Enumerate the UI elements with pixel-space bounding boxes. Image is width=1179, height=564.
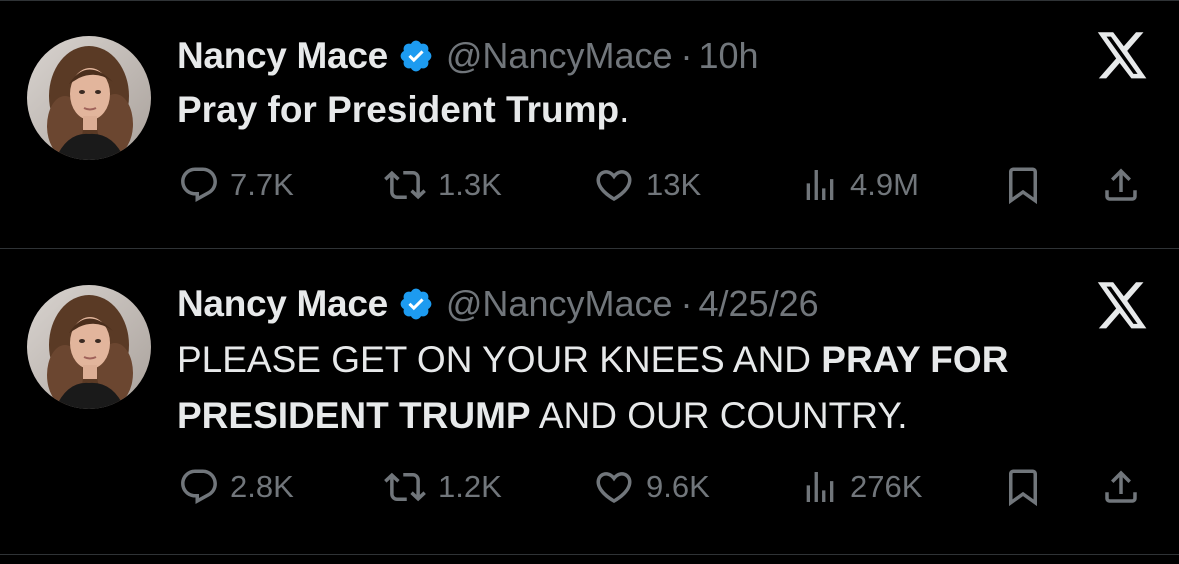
reply-icon: [181, 469, 217, 504]
repost-button[interactable]: 1.3K: [382, 160, 502, 210]
avatar-image: [27, 285, 151, 409]
views-count: 4.9M: [850, 167, 919, 202]
author-handle[interactable]: @NancyMace: [446, 283, 673, 325]
bookmark-icon: [1009, 167, 1037, 205]
views-icon: [806, 170, 834, 200]
bottom-divider: [0, 554, 1179, 555]
views-button[interactable]: 276K: [800, 462, 922, 512]
tweet-header: Nancy Mace @NancyMace · 10h: [177, 34, 759, 78]
verified-badge-icon: [398, 38, 434, 74]
tweet[interactable]: Nancy Mace @NancyMace · 10h Pray for Pre…: [0, 0, 1179, 248]
share-button[interactable]: [1100, 160, 1142, 210]
views-button[interactable]: 4.9M: [800, 160, 919, 210]
reply-button[interactable]: 2.8K: [178, 462, 294, 512]
author-name[interactable]: Nancy Mace: [177, 35, 388, 77]
separator-dot: ·: [680, 283, 693, 324]
heart-icon: [596, 170, 632, 202]
reply-count: 7.7K: [230, 167, 294, 202]
avatar[interactable]: [27, 285, 151, 409]
tweet-text-normal: AND OUR COUNTRY.: [530, 395, 908, 436]
repost-icon: [384, 170, 426, 200]
verified-badge-icon: [398, 286, 434, 322]
x-logo-icon: [1095, 32, 1149, 82]
separator-dot: ·: [680, 35, 693, 76]
like-button[interactable]: 13K: [592, 160, 701, 210]
reply-button[interactable]: 7.7K: [178, 160, 294, 210]
bookmark-icon: [1009, 469, 1037, 507]
share-button[interactable]: [1100, 462, 1142, 512]
author-handle[interactable]: @NancyMace: [446, 35, 673, 77]
share-icon: [1105, 168, 1137, 201]
tweet-text: Pray for President Trump.: [177, 82, 1137, 138]
tweet-text: PLEASE GET ON YOUR KNEES AND PRAY FOR PR…: [177, 332, 1137, 444]
repost-count: 1.3K: [438, 167, 502, 202]
heart-icon: [596, 472, 632, 504]
repost-button[interactable]: 1.2K: [382, 462, 502, 512]
like-count: 13K: [646, 167, 702, 202]
tweet-actions: 7.7K 1.3K 13K 4.9M: [0, 160, 1179, 210]
avatar-image: [27, 36, 151, 160]
reply-count: 2.8K: [230, 469, 294, 504]
views-count: 276K: [850, 469, 923, 504]
tweet-actions: 2.8K 1.2K 9.6K 276K: [0, 462, 1179, 512]
avatar[interactable]: [27, 36, 151, 160]
bookmark-button[interactable]: [1002, 462, 1044, 512]
tweet[interactable]: Nancy Mace @NancyMace · 4/25/26 PLEASE G…: [0, 249, 1179, 554]
timestamp[interactable]: 10h: [699, 35, 759, 77]
author-name[interactable]: Nancy Mace: [177, 283, 388, 325]
tweet-text-normal: PLEASE GET ON YOUR KNEES AND: [177, 339, 822, 380]
bookmark-button[interactable]: [1002, 160, 1044, 210]
views-icon: [806, 472, 834, 502]
repost-icon: [384, 472, 426, 502]
like-button[interactable]: 9.6K: [592, 462, 710, 512]
repost-count: 1.2K: [438, 469, 502, 504]
reply-icon: [181, 167, 217, 202]
share-icon: [1105, 470, 1137, 503]
tweet-text-bold: Pray for President Trump: [177, 89, 620, 130]
like-count: 9.6K: [646, 469, 710, 504]
x-logo-icon: [1095, 282, 1149, 332]
timestamp[interactable]: 4/25/26: [699, 283, 819, 325]
tweet-text-normal: .: [619, 89, 630, 130]
tweet-header: Nancy Mace @NancyMace · 4/25/26: [177, 282, 819, 326]
